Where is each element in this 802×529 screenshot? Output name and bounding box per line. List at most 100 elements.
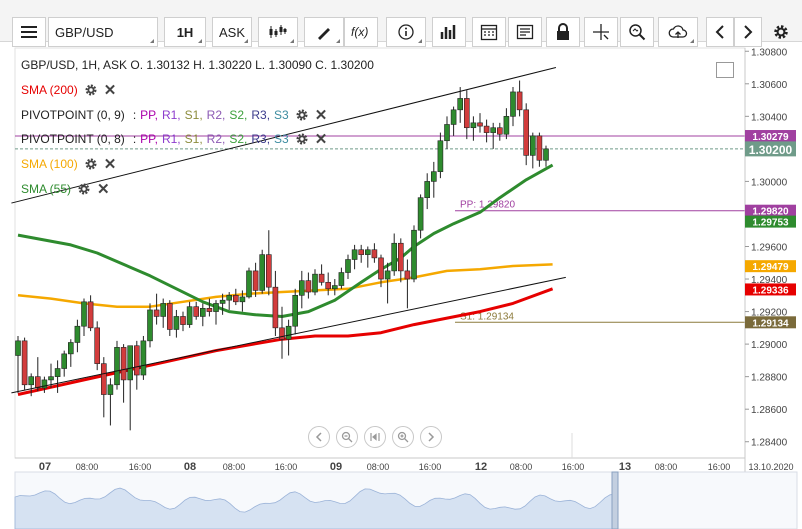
candle-body <box>364 249 371 255</box>
navigator[interactable] <box>14 471 798 529</box>
price-tick-label: 1.30600 <box>751 80 788 91</box>
candle <box>114 340 120 390</box>
gear-icon[interactable] <box>295 108 309 122</box>
candle-body <box>477 122 483 127</box>
candle <box>411 225 417 283</box>
pivot2-label: PIVOTPOINT (0, 8) <box>21 132 125 146</box>
pivot2-legend: PIVOTPOINT (0, 8) : PP, R1, S1, R2, S2, … <box>21 130 327 148</box>
candle <box>259 249 266 294</box>
candle-body <box>219 299 226 304</box>
time-tick-label: 16:00 <box>419 462 442 472</box>
candle-body <box>437 140 444 172</box>
candle-body <box>87 301 94 329</box>
candle-body <box>331 285 338 290</box>
candle <box>94 321 100 371</box>
candle-body <box>61 353 68 369</box>
time-tick-label: 08:00 <box>367 462 390 472</box>
candle-body <box>285 325 292 340</box>
price-label-text: 1.29336 <box>752 285 789 296</box>
candle-body <box>140 340 147 376</box>
candle-body <box>496 127 503 135</box>
candle-body <box>206 308 213 312</box>
close-icon[interactable]: ✕ <box>104 81 117 99</box>
candle-body <box>463 98 470 129</box>
candle-body <box>338 272 345 286</box>
candle-body <box>450 109 457 125</box>
candle-body <box>292 295 299 327</box>
time-tick-label: 09 <box>330 461 342 473</box>
candle-body <box>312 273 318 293</box>
candle-body <box>510 91 516 117</box>
pivot1-separator: : <box>132 108 137 122</box>
zoom-in-button[interactable] <box>392 426 414 448</box>
s2-label: S2, <box>229 108 248 122</box>
time-tick-label: 13 <box>619 461 631 473</box>
sma55-label: SMA (55) <box>21 182 72 196</box>
pivot1-label: PIVOTPOINT (0, 9) <box>21 108 125 122</box>
candle-body <box>160 303 166 317</box>
candle-body <box>21 340 28 386</box>
price-label-text: 1.29753 <box>752 218 789 229</box>
candle-body <box>536 135 543 161</box>
fullscreen-button[interactable] <box>716 62 734 78</box>
s3-label: S3 <box>274 108 289 122</box>
candle-body <box>318 273 325 283</box>
candle-body <box>272 286 279 329</box>
time-tick-label: 08:00 <box>510 462 533 472</box>
close-icon[interactable]: ✕ <box>104 155 117 173</box>
candle-body <box>180 316 186 325</box>
zoom-out-icon <box>341 431 353 443</box>
price-tick-label: 1.30000 <box>751 177 788 188</box>
candle-body <box>81 301 87 327</box>
price-tick-label: 1.30800 <box>751 47 788 58</box>
scroll-right-button[interactable] <box>420 426 442 448</box>
ohlc-legend: GBP/USD, 1H, ASK O. 1.30132 H. 1.30220 L… <box>21 58 374 72</box>
candle-body <box>516 91 523 111</box>
price-chart[interactable]: PP: 1.29820S1: 1.29134 1.308001.306001.3… <box>0 0 802 529</box>
ohlc-text: GBP/USD, 1H, ASK O. 1.30132 H. 1.30220 L… <box>21 58 374 72</box>
price-tick-label: 1.30400 <box>751 112 788 123</box>
gear-icon[interactable] <box>77 182 91 196</box>
gear-icon[interactable] <box>295 132 309 146</box>
pivot1-legend: PIVOTPOINT (0, 9) : PP, R1, S1, R2, S2, … <box>21 106 327 124</box>
close-icon[interactable]: ✕ <box>97 180 110 198</box>
candle-body <box>94 327 100 364</box>
candle-body <box>265 254 272 288</box>
candle-body <box>173 316 180 330</box>
candle-body <box>384 270 391 280</box>
price-axis: 1.308001.306001.304001.302001.300001.298… <box>744 47 796 474</box>
navigator-handle[interactable] <box>611 471 619 529</box>
candle-body <box>371 249 378 259</box>
chevron-left-icon <box>315 432 322 442</box>
r1-label: R1, <box>161 132 181 146</box>
reset-zoom-button[interactable] <box>364 426 386 448</box>
pp-label: PP, <box>140 108 158 122</box>
candle-body <box>397 242 404 272</box>
candle-body <box>503 116 510 135</box>
time-tick-label: 16:00 <box>275 462 298 472</box>
candle-body <box>246 270 252 298</box>
chevron-right-icon <box>428 432 435 442</box>
candle-body <box>15 340 21 356</box>
time-tick-label: 13.10.2020 <box>748 462 793 472</box>
time-tick-label: 07 <box>39 461 51 473</box>
s1-label: S1, <box>184 108 203 122</box>
r2-label: R2, <box>206 108 226 122</box>
scroll-left-button[interactable] <box>308 426 330 448</box>
candle-body <box>378 257 384 280</box>
candle-body <box>120 347 127 381</box>
close-icon[interactable]: ✕ <box>315 106 328 124</box>
gear-icon[interactable] <box>84 83 98 97</box>
zoom-in-icon <box>397 431 409 443</box>
candle <box>147 303 153 348</box>
gear-icon[interactable] <box>84 157 98 171</box>
zoom-out-button[interactable] <box>336 426 358 448</box>
candle-body <box>345 259 351 273</box>
candle-body <box>233 295 239 303</box>
candle-body <box>411 229 417 280</box>
candle-body <box>34 376 41 389</box>
close-icon[interactable]: ✕ <box>315 130 328 148</box>
candle-body <box>114 347 120 386</box>
price-tick-label: 1.29600 <box>751 242 788 253</box>
pivot2-separator: : <box>132 132 137 146</box>
